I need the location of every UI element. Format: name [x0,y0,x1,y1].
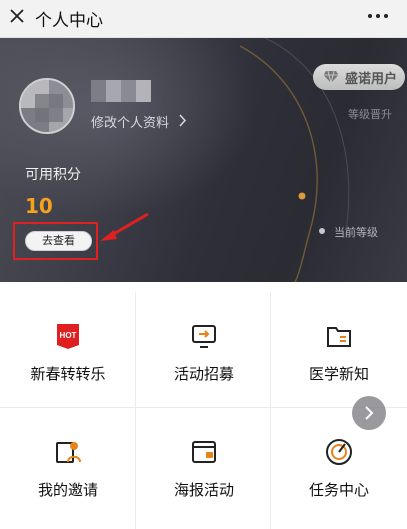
profile-card: 修改个人资料 盛诺用户 等级晋升 当前等级 可用积分 10 去查看 [0,38,407,282]
poster-icon [192,441,216,463]
grid-item-my-invites[interactable]: 我的邀请 [0,408,136,523]
grid-item-label: 海报活动 [173,481,234,499]
nickname-blurred [91,80,151,102]
chevron-right-icon [365,406,374,420]
member-badge[interactable]: 盛诺用户 [313,64,405,90]
avatar[interactable] [19,78,75,134]
grid-item-label: 新春转转乐 [30,365,106,383]
grid-item-spring-wheel[interactable]: HOT 新春转转乐 [0,292,136,407]
grid-item-task-center[interactable]: 任务中心 [271,408,407,523]
hot-badge-icon: HOT [57,324,79,349]
more-icon[interactable] [367,9,389,23]
grid-item-medical-news[interactable]: 医学新知 [271,292,407,407]
current-level-label: 当前等级 [334,226,378,239]
diamond-icon [323,70,339,84]
top-bar: 个人中心 [0,0,407,38]
svg-text:HOT: HOT [60,331,77,340]
level-up-label: 等级晋升 [348,108,392,121]
grid-item-label: 任务中心 [308,481,369,499]
pointer-arrow-icon [100,212,149,241]
grid-item-label: 我的邀请 [37,481,98,499]
next-page-button[interactable] [352,396,386,430]
page-title: 个人中心 [35,11,103,31]
task-target-icon [326,439,352,465]
grid-item-poster-activity[interactable]: 海报活动 [136,408,272,523]
chevron-right-icon [179,114,187,127]
recruit-icon [192,325,216,348]
invite-icon [56,442,81,463]
grid-item-activity-recruit[interactable]: 活动招募 [136,292,272,407]
close-icon[interactable] [6,5,28,27]
edit-profile-link[interactable]: 修改个人资料 [91,112,169,131]
folder-icon [327,327,351,347]
view-points-button[interactable]: 去查看 [25,231,92,251]
grid-item-label: 活动招募 [173,365,234,383]
badge-label: 盛诺用户 [345,72,398,87]
points-label: 可用积分 [25,167,81,183]
points-value: 10 [25,194,53,218]
grid-item-label: 医学新知 [308,365,369,383]
feature-grid: HOT 新春转转乐 活动招募 医学新知 我的邀请 海报活动 任务中心 [0,292,407,529]
